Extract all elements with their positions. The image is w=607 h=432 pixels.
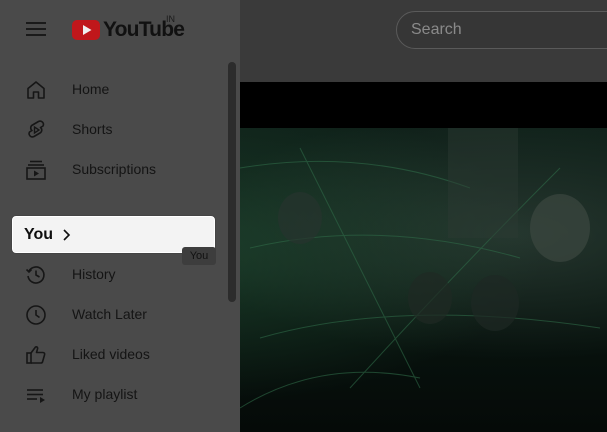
menu-icon[interactable] (26, 21, 46, 37)
thumbs-up-icon (26, 346, 46, 364)
chevron-right-icon (63, 229, 71, 241)
sidebar-item-watch-later[interactable]: Watch Later (0, 295, 228, 335)
search-input[interactable]: Search (396, 11, 607, 49)
subscriptions-icon (26, 160, 46, 180)
country-code: IN (166, 14, 175, 24)
youtube-play-icon (72, 20, 100, 40)
sidebar-item-label: Home (72, 81, 110, 97)
sidebar-item-liked-videos[interactable]: Liked videos (0, 335, 228, 375)
sidebar-scrollbar[interactable] (228, 62, 236, 302)
history-icon (25, 266, 45, 284)
sidebar-item-shorts[interactable]: Shorts (0, 110, 228, 150)
sidebar-item-label: Watch Later (72, 306, 147, 322)
sidebar-item-label: Subscriptions (72, 161, 157, 177)
sidebar-item-home[interactable]: Home (0, 70, 228, 110)
tooltip: You (182, 247, 216, 265)
sidebar-item-label: You (24, 226, 54, 243)
youtube-logo[interactable]: YouTube IN (72, 14, 185, 42)
sidebar-item-label: Liked videos (72, 346, 150, 362)
sidebar-item-subscriptions[interactable]: Subscriptions (0, 150, 228, 190)
clock-icon (26, 305, 46, 325)
sidebar-item-label: History (72, 266, 116, 282)
home-icon (27, 81, 45, 99)
shorts-icon (28, 120, 45, 138)
sidebar-item-label: Shorts (72, 121, 113, 137)
playlist-icon (27, 389, 45, 403)
sidebar-item-label: My playlist (72, 386, 138, 402)
sidebar-item-my-playlist[interactable]: My playlist (0, 375, 228, 415)
